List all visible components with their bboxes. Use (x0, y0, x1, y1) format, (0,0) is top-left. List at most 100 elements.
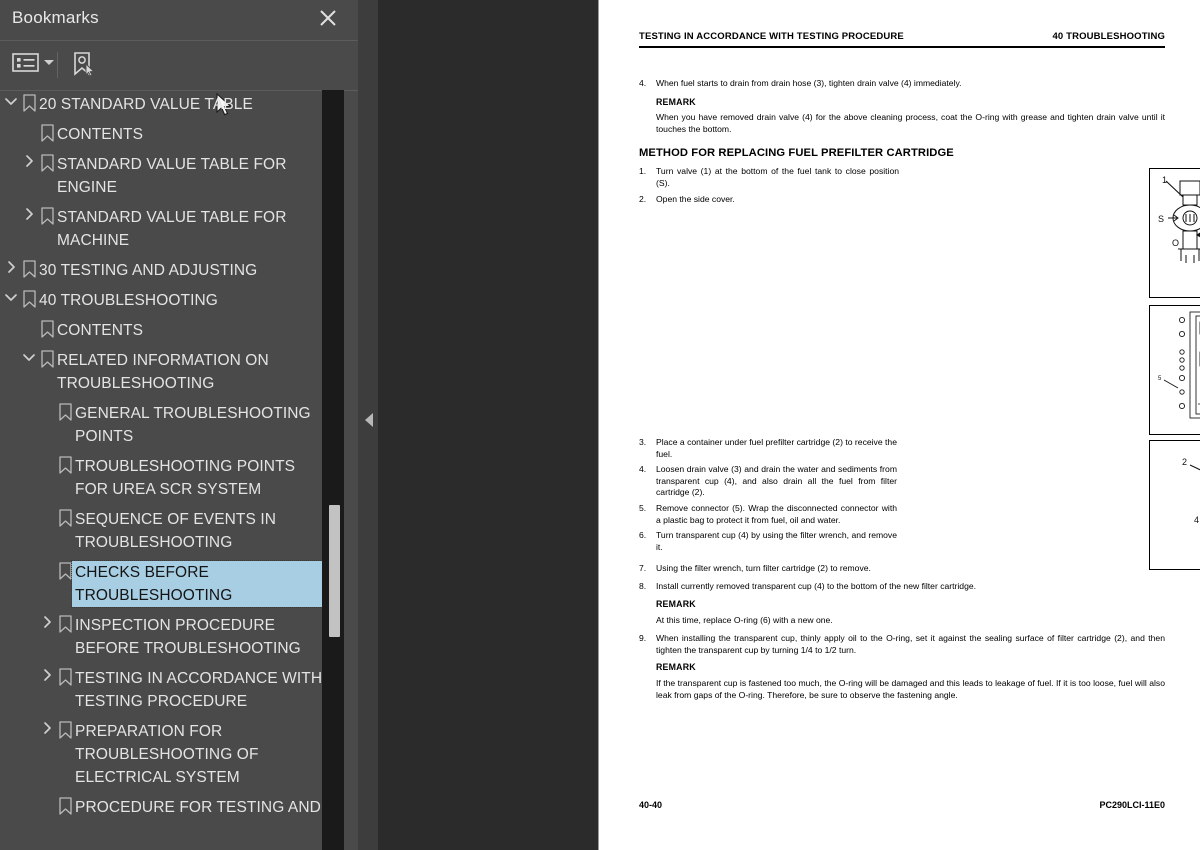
step-item: 1. Turn valve (1) at the bottom of the f… (639, 166, 899, 189)
bookmark-ribbon-icon (58, 797, 75, 818)
chevron-right-icon[interactable] (4, 260, 22, 281)
step-item: 4. Loosen drain valve (3) and drain the … (639, 464, 897, 499)
bookmark-ribbon-icon (58, 721, 75, 742)
bookmark-item-label: STANDARD VALUE TABLE FOR MACHINE (57, 209, 287, 249)
step-number: 7. (639, 563, 647, 573)
chevron-right-icon (40, 562, 58, 583)
bookmarks-tree[interactable]: 20 STANDARD VALUE TABLE CONTENTS STANDARD … (0, 90, 358, 850)
bookmark-item[interactable]: 40 TROUBLESHOOTING (0, 286, 358, 316)
bookmark-item[interactable]: TROUBLESHOOTING POINTS FOR UREA SCR SYST… (0, 452, 358, 505)
step-item: 3. Place a container under fuel prefilte… (639, 437, 897, 460)
bookmark-item-label: TESTING IN ACCORDANCE WITH TESTING PROCE… (75, 670, 323, 710)
bookmark-item[interactable]: CONTENTS (0, 120, 358, 150)
step-number: 6. (639, 530, 647, 540)
bookmark-item-label: CHECKS BEFORE TROUBLESHOOTING (71, 560, 335, 608)
step-number: 8. (639, 581, 647, 591)
list-options-icon[interactable] (12, 51, 54, 73)
bookmark-item[interactable]: CONTENTS (0, 316, 358, 346)
pdf-reader-window: Bookmarks 20 STANDARD VALUE TABLE CONTEN… (0, 0, 1200, 850)
bookmark-item[interactable]: CHECKS BEFORE TROUBLESHOOTING (0, 558, 358, 611)
step-text: Install currently removed transparent cu… (656, 581, 977, 591)
bookmark-ribbon-icon (22, 260, 39, 281)
step-number: 9. (639, 633, 647, 643)
fuel-tank-valve-diagram: 1 S O 22011420 (1149, 168, 1200, 298)
sidebar-scrollbar-thumb[interactable] (329, 505, 340, 637)
bookmark-item-label: CONTENTS (57, 126, 144, 143)
svg-text:O: O (1172, 238, 1179, 248)
close-icon[interactable] (315, 5, 341, 31)
bookmark-item-label: 20 STANDARD VALUE TABLE (39, 96, 253, 113)
fuel-prefilter-cartridge-diagram: 2 4 3 ZZN10574 (1149, 440, 1200, 570)
step-text: Place a container under fuel prefilter c… (656, 437, 897, 459)
step-number: 1. (639, 166, 647, 176)
chevron-right-icon[interactable] (40, 721, 58, 742)
bookmark-item[interactable]: GENERAL TROUBLESHOOTING POINTS (0, 399, 358, 452)
bookmark-ribbon-icon (40, 207, 57, 228)
bookmark-item[interactable]: INSPECTION PROCEDURE BEFORE TROUBLESHOOT… (0, 611, 358, 664)
bookmark-item[interactable]: SEQUENCE OF EVENTS IN TROUBLESHOOTING (0, 505, 358, 558)
remark-heading: REMARK (656, 97, 696, 107)
chevron-right-icon (40, 797, 58, 818)
bookmark-item-label: PREPARATION FOR TROUBLESHOOTING OF ELECT… (75, 723, 259, 786)
bookmark-item-label: GENERAL TROUBLESHOOTING POINTS (75, 405, 311, 445)
bookmark-item-label: INSPECTION PROCEDURE BEFORE TROUBLESHOOT… (75, 617, 301, 657)
bookmark-ribbon-icon (22, 290, 39, 311)
bookmark-item-label: TROUBLESHOOTING POINTS FOR UREA SCR SYST… (75, 458, 296, 498)
bookmark-item[interactable]: PREPARATION FOR TROUBLESHOOTING OF ELECT… (0, 717, 358, 793)
remark-text: At this time, replace O-ring (6) with a … (656, 615, 833, 625)
bookmarks-toolbar (0, 41, 358, 116)
header-rule (639, 46, 1165, 48)
bookmark-ribbon-icon (40, 350, 57, 371)
bookmark-item[interactable]: PROCEDURE FOR TESTING AND (0, 793, 358, 823)
bookmark-item-label: STANDARD VALUE TABLE FOR ENGINE (57, 156, 287, 196)
bookmark-item[interactable]: 20 STANDARD VALUE TABLE (0, 90, 358, 120)
document-code: PC290LCI-11E0 (1099, 800, 1165, 810)
chevron-right-icon (22, 320, 40, 341)
bookmark-item[interactable]: TESTING IN ACCORDANCE WITH TESTING PROCE… (0, 664, 358, 717)
step-text: When fuel starts to drain from drain hos… (656, 78, 962, 88)
running-head-left: TESTING IN ACCORDANCE WITH TESTING PROCE… (639, 31, 904, 42)
bookmark-ribbon-icon (58, 456, 75, 477)
section-heading: METHOD FOR REPLACING FUEL PREFILTER CART… (639, 147, 954, 159)
svg-text:4: 4 (1194, 515, 1199, 525)
bookmark-item-label: CONTENTS (57, 322, 144, 339)
bookmark-item[interactable]: STANDARD VALUE TABLE FOR MACHINE (0, 203, 358, 256)
bookmark-item-label: PROCEDURE FOR TESTING AND (75, 799, 321, 816)
chevron-down-icon[interactable] (4, 290, 22, 311)
chevron-right-icon[interactable] (22, 154, 40, 175)
chevron-down-icon (44, 59, 54, 65)
bookmark-item[interactable]: RELATED INFORMATION ON TROUBLESHOOTING (0, 346, 358, 399)
chevron-right-icon (22, 124, 40, 145)
chevron-right-icon[interactable] (40, 615, 58, 636)
bookmark-item-label: SEQUENCE OF EVENTS IN TROUBLESHOOTING (75, 511, 277, 551)
bookmark-item[interactable]: STANDARD VALUE TABLE FOR ENGINE (0, 150, 358, 203)
step-number: 3. (639, 437, 647, 447)
bookmarks-panel: Bookmarks 20 STANDARD VALUE TABLE CONTEN… (0, 0, 358, 850)
svg-text:2: 2 (1182, 457, 1187, 467)
collapse-panel-handle[interactable] (365, 413, 373, 427)
chevron-right-icon (40, 403, 58, 424)
bookmark-item-label: RELATED INFORMATION ON TROUBLESHOOTING (57, 352, 269, 392)
bookmark-ribbon-icon (58, 615, 75, 636)
step-item: 7. Using the filter wrench, turn filter … (639, 563, 1165, 575)
step-text: Turn valve (1) at the bottom of the fuel… (656, 166, 899, 188)
step-item: 9. When installing the transparent cup, … (639, 633, 1165, 656)
step-number: 4. (639, 78, 647, 88)
step-item: 6. Turn transparent cup (4) by using the… (639, 530, 897, 553)
step-item: 4. When fuel starts to drain from drain … (639, 78, 1165, 90)
remark-heading: REMARK (656, 599, 696, 609)
svg-text:1: 1 (1162, 175, 1167, 185)
new-bookmark-icon[interactable] (70, 51, 96, 77)
bookmarks-panel-header: Bookmarks (0, 0, 358, 41)
chevron-right-icon[interactable] (22, 207, 40, 228)
step-text: Loosen drain valve (3) and drain the wat… (656, 464, 897, 498)
chevron-down-icon[interactable] (22, 350, 40, 371)
bookmark-item[interactable]: 30 TESTING AND ADJUSTING (0, 256, 358, 286)
chevron-right-icon[interactable] (40, 668, 58, 689)
chevron-down-icon[interactable] (4, 94, 22, 115)
step-text: Turn transparent cup (4) by using the fi… (656, 530, 897, 552)
bookmark-ribbon-icon (40, 124, 57, 145)
engine-compartment-diagram: 26 43 51 ZZD11421 (1149, 305, 1200, 435)
sidebar-scrollbar-track[interactable] (322, 90, 344, 850)
step-text: Using the filter wrench, turn filter car… (656, 563, 871, 573)
